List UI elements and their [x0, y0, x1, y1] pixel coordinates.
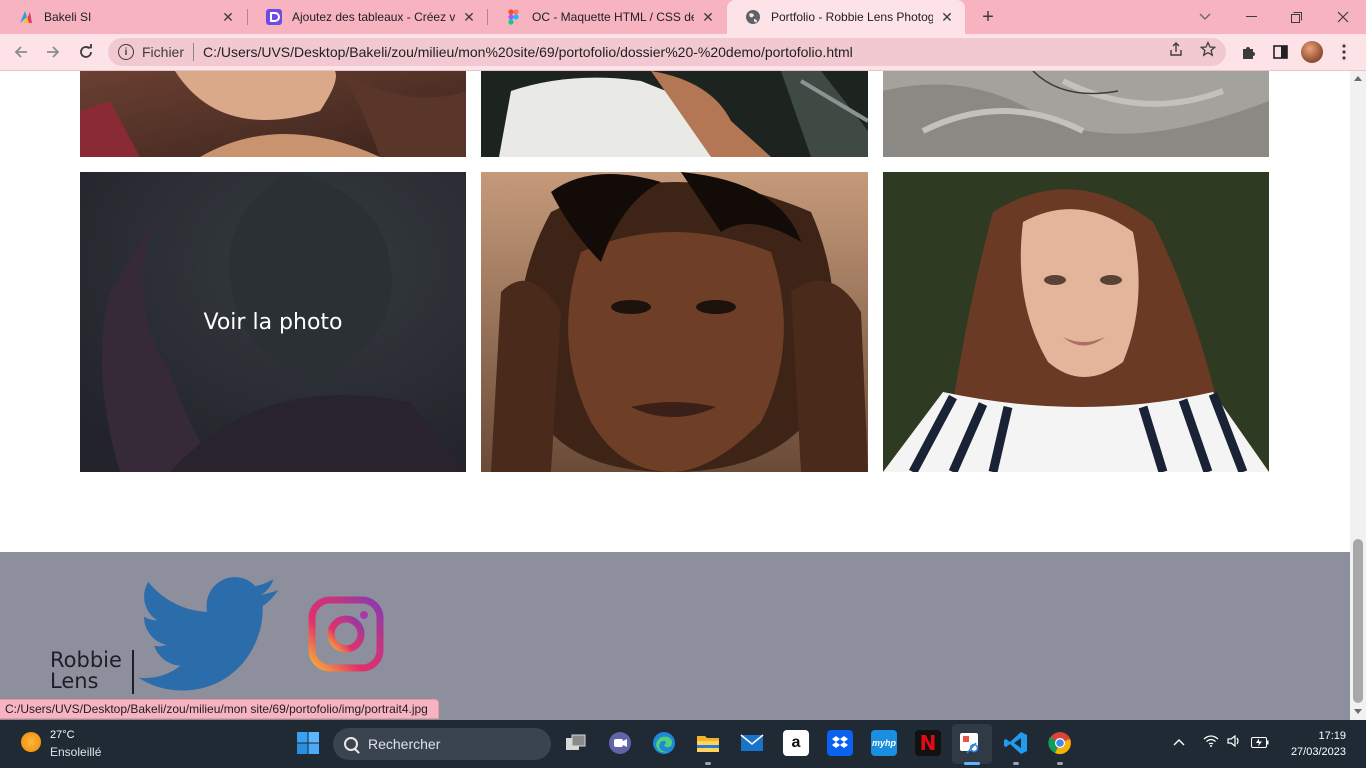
- profile-avatar[interactable]: [1301, 41, 1323, 63]
- twitter-icon[interactable]: [136, 576, 282, 694]
- side-panel-icon[interactable]: [1269, 41, 1291, 63]
- tab-title: Ajoutez des tableaux - Créez votre: [292, 10, 455, 24]
- clock-date: 27/03/2023: [1290, 746, 1346, 758]
- address-bar[interactable]: i Fichier C:/Users/UVS/Desktop/Bakeli/zo…: [108, 38, 1226, 66]
- tab-title: Bakeli SI: [44, 10, 92, 24]
- portrait6[interactable]: [883, 172, 1269, 472]
- search-icon: [344, 737, 358, 751]
- tab-title: OC - Maquette HTML / CSS desktop: [532, 10, 694, 24]
- minimize-icon[interactable]: [1228, 0, 1274, 34]
- forward-icon[interactable]: [40, 39, 66, 65]
- site-favicon-icon: [266, 9, 282, 25]
- portrait-image: [80, 71, 466, 157]
- active-app-highlight: [952, 724, 992, 764]
- tab-title: Portfolio - Robbie Lens Photographe: [771, 10, 933, 24]
- bakeli-favicon-icon: [20, 11, 32, 23]
- bookmark-star-icon[interactable]: [1199, 40, 1217, 58]
- clock-time: 17:19: [1318, 730, 1346, 742]
- portrait-image: [883, 172, 1269, 472]
- scroll-up-arrow-icon[interactable]: [1354, 76, 1362, 81]
- extensions-puzzle-icon[interactable]: [1237, 41, 1259, 63]
- portrait-top-right[interactable]: [883, 71, 1269, 157]
- close-tab-icon[interactable]: ✕: [700, 9, 716, 25]
- portrait5[interactable]: [481, 172, 868, 472]
- close-tab-icon[interactable]: ✕: [220, 9, 236, 25]
- scrollbar-thumb[interactable]: [1353, 539, 1363, 703]
- menu-kebab-icon[interactable]: [1333, 41, 1355, 63]
- running-indicator: [1013, 762, 1019, 765]
- figma-icon: [508, 9, 519, 25]
- photo-hover-overlay[interactable]: Voir la photo: [80, 172, 466, 472]
- close-tab-icon[interactable]: ✕: [461, 9, 477, 25]
- weather-temperature[interactable]: 27°C: [50, 729, 75, 741]
- tab-ajoutez-tableaux[interactable]: Ajoutez des tableaux - Créez votre ✕: [248, 0, 487, 34]
- weather-condition[interactable]: Ensoleillé: [50, 745, 101, 759]
- windows-taskbar: 27°C Ensoleillé Rechercher a my hp N 17:…: [0, 720, 1366, 768]
- system-clock[interactable]: 17:19 27/03/2023: [1291, 728, 1346, 760]
- file-explorer-icon[interactable]: [695, 730, 721, 756]
- portrait-top-middle[interactable]: [481, 71, 868, 157]
- portrait-image: [481, 71, 868, 157]
- task-view-icon[interactable]: [563, 730, 589, 756]
- volume-icon[interactable]: [1227, 734, 1243, 750]
- share-icon[interactable]: [1167, 40, 1185, 58]
- back-icon[interactable]: [8, 39, 34, 65]
- mail-icon[interactable]: [739, 730, 765, 756]
- page-scrollbar[interactable]: [1350, 71, 1366, 720]
- tab-oc-maquette[interactable]: OC - Maquette HTML / CSS desktop ✕: [488, 0, 726, 34]
- vscode-icon[interactable]: [1003, 730, 1029, 756]
- running-indicator: [705, 762, 711, 765]
- search-placeholder: Rechercher: [368, 736, 441, 752]
- chrome-icon[interactable]: [1047, 730, 1073, 756]
- running-indicator: [1057, 762, 1063, 765]
- new-tab-button[interactable]: +: [976, 5, 1000, 29]
- netflix-icon[interactable]: N: [915, 730, 941, 756]
- amazon-icon[interactable]: a: [783, 730, 809, 756]
- restore-icon[interactable]: [1273, 0, 1319, 34]
- link-status-bar: C:/Users/UVS/Desktop/Bakeli/zou/milieu/m…: [0, 699, 439, 719]
- portrait-image: [481, 172, 868, 472]
- logo-line-1: Robbie: [50, 648, 122, 672]
- omnibox-divider: [193, 43, 195, 61]
- start-windows-icon[interactable]: [295, 730, 321, 756]
- view-photo-label: Voir la photo: [203, 309, 343, 335]
- reload-icon[interactable]: [73, 39, 99, 65]
- site-info-icon[interactable]: i: [118, 44, 134, 60]
- page-viewport: Voir la photo Robbie Lens: [0, 71, 1350, 720]
- logo-line-2: Lens: [50, 669, 99, 693]
- scheme-label: Fichier: [142, 44, 185, 60]
- close-tab-icon[interactable]: ✕: [939, 9, 955, 25]
- scroll-down-arrow-icon[interactable]: [1354, 709, 1362, 714]
- taskbar-search-box[interactable]: Rechercher: [333, 728, 551, 760]
- browser-toolbar: i Fichier C:/Users/UVS/Desktop/Bakeli/zo…: [0, 34, 1366, 71]
- wifi-icon[interactable]: [1203, 735, 1219, 750]
- myhp-icon[interactable]: my hp: [871, 730, 897, 756]
- tab-search-chevron-icon[interactable]: [1182, 0, 1228, 34]
- edge-icon[interactable]: [651, 730, 677, 756]
- show-hidden-icons-chevron-icon[interactable]: [1173, 734, 1185, 749]
- dropbox-icon[interactable]: [827, 730, 853, 756]
- portrait-top-left[interactable]: [80, 71, 466, 157]
- close-window-icon[interactable]: [1320, 0, 1366, 34]
- url-text[interactable]: C:/Users/UVS/Desktop/Bakeli/zou/milieu/m…: [203, 44, 853, 60]
- teams-icon[interactable]: [607, 730, 633, 756]
- tab-portfolio[interactable]: Portfolio - Robbie Lens Photographe ✕: [727, 0, 965, 34]
- sun-weather-icon[interactable]: [21, 732, 41, 752]
- instagram-icon[interactable]: [308, 596, 384, 672]
- globe-icon: [746, 10, 760, 24]
- tab-bakeli[interactable]: Bakeli SI ✕: [0, 0, 246, 34]
- robbie-lens-logo[interactable]: Robbie Lens: [50, 648, 134, 694]
- portrait-image: [883, 71, 1269, 157]
- running-indicator: [964, 762, 980, 765]
- battery-charging-icon[interactable]: [1251, 736, 1269, 751]
- logo-bar: [132, 650, 134, 694]
- portrait4[interactable]: Voir la photo: [80, 172, 466, 472]
- site-footer: Robbie Lens: [0, 552, 1350, 720]
- tab-strip: Bakeli SI ✕ Ajoutez des tableaux - Créez…: [0, 0, 1366, 34]
